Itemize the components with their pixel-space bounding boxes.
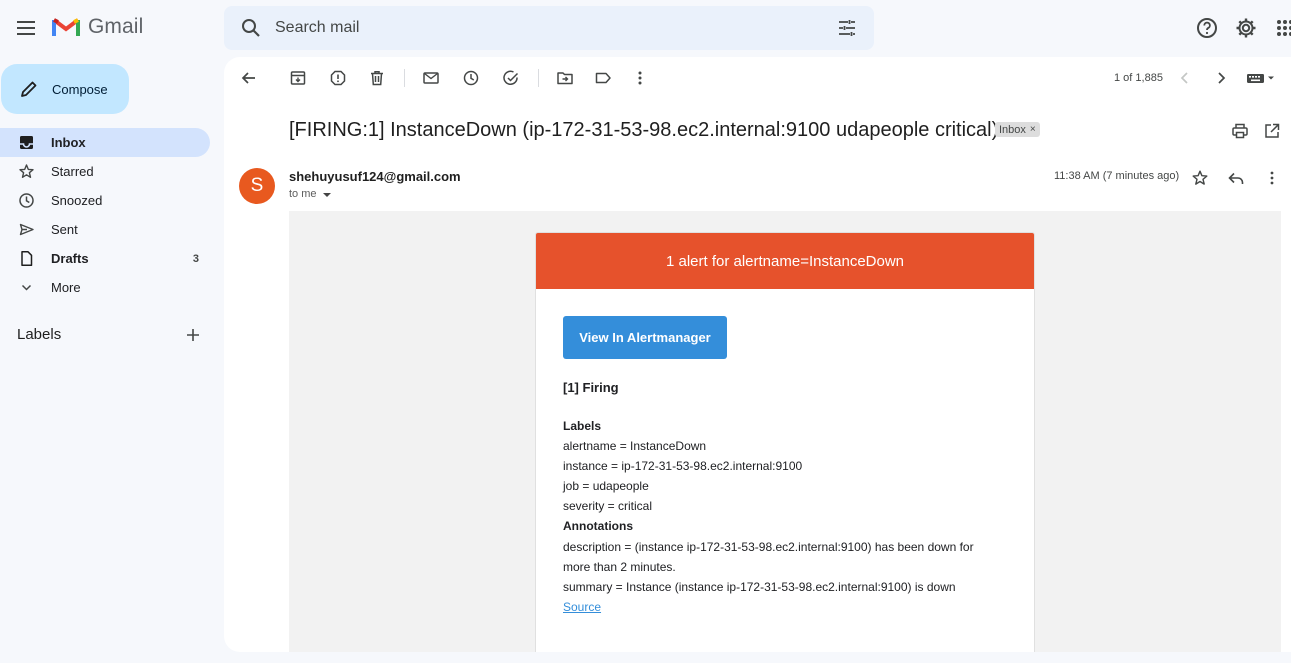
message-view: 1 of 1,885 [FIRING:1] InstanceDown (ip-1… — [224, 57, 1291, 652]
remove-label-icon[interactable]: × — [1030, 124, 1036, 135]
apps-grid-icon[interactable] — [1273, 16, 1291, 40]
label-line: instance = ip-172-31-53-98.ec2.internal:… — [563, 459, 803, 473]
sidebar-item-snoozed[interactable]: Snoozed — [0, 186, 210, 215]
pencil-icon — [19, 79, 39, 99]
sender-email[interactable]: shehuyusuf124@gmail.com — [289, 169, 461, 184]
alert-card-header: 1 alert for alertname=InstanceDown — [536, 233, 1034, 289]
annotations-heading: Annotations — [563, 519, 633, 533]
star-message-icon[interactable] — [1191, 169, 1209, 187]
help-icon[interactable] — [1195, 16, 1219, 40]
sender-avatar[interactable]: S — [239, 168, 275, 204]
sidebar-item-label: Snoozed — [51, 193, 103, 208]
search-input[interactable] — [275, 6, 815, 50]
labels-title: Labels — [17, 326, 62, 343]
drafts-count: 3 — [192, 252, 199, 265]
archive-icon[interactable] — [289, 69, 307, 87]
report-spam-icon[interactable] — [329, 69, 347, 87]
chip-label: Inbox — [999, 123, 1026, 136]
sidebar-item-label: Sent — [51, 222, 78, 237]
top-bar: Gmail — [0, 0, 1291, 57]
message-timestamp: 11:38 AM (7 minutes ago) — [1054, 170, 1180, 182]
print-icon[interactable] — [1231, 122, 1249, 140]
message-more-vert-icon[interactable] — [1263, 169, 1281, 187]
newer-chevron-left-icon[interactable] — [1176, 69, 1194, 87]
alert-card: 1 alert for alertname=InstanceDown View … — [535, 232, 1035, 652]
compose-button[interactable]: Compose — [1, 64, 129, 114]
label-line: alertname = InstanceDown — [563, 439, 707, 453]
source-link[interactable]: Source — [563, 597, 601, 617]
recipient-label: to me — [289, 188, 317, 200]
pager-count: 1 of 1,885 — [1114, 72, 1163, 84]
reply-arrow-icon[interactable] — [1227, 169, 1245, 187]
back-arrow-icon[interactable] — [240, 69, 258, 87]
older-chevron-right-icon[interactable] — [1212, 69, 1230, 87]
settings-gear-icon[interactable] — [1234, 16, 1258, 40]
gmail-m-icon — [52, 16, 80, 38]
firing-heading: [1] Firing — [563, 380, 619, 395]
more-vert-icon[interactable] — [631, 69, 649, 87]
search-options-icon[interactable] — [836, 17, 858, 39]
clock-icon — [18, 192, 35, 209]
gmail-logo[interactable]: Gmail — [52, 15, 143, 39]
message-subject: [FIRING:1] InstanceDown (ip-172-31-53-98… — [289, 119, 999, 141]
inbox-icon — [18, 134, 35, 151]
sidebar-item-sent[interactable]: Sent — [0, 215, 210, 244]
email-body: 1 alert for alertname=InstanceDown View … — [289, 211, 1281, 652]
sidebar-item-more[interactable]: More — [0, 273, 210, 302]
sidebar-item-starred[interactable]: Starred — [0, 157, 210, 186]
annotation-summary: summary = Instance (instance ip-172-31-5… — [563, 580, 956, 594]
sidebar-item-inbox[interactable]: Inbox — [0, 128, 210, 157]
delete-trash-icon[interactable] — [368, 69, 386, 87]
move-to-folder-icon[interactable] — [556, 69, 574, 87]
draft-icon — [18, 250, 35, 267]
mark-unread-icon[interactable] — [422, 69, 440, 87]
sidebar-item-drafts[interactable]: Drafts 3 — [0, 244, 210, 273]
annotation-description: description = (instance ip-172-31-53-98.… — [563, 540, 974, 554]
open-new-window-icon[interactable] — [1263, 122, 1281, 140]
inbox-label-chip[interactable]: Inbox × — [995, 122, 1040, 137]
view-in-alertmanager-button[interactable]: View In Alertmanager — [563, 316, 727, 359]
caret-down-icon — [322, 193, 331, 197]
labels-section-header: Labels — [17, 326, 207, 346]
toolbar-divider — [538, 69, 539, 87]
add-label-plus-icon[interactable] — [185, 327, 201, 343]
search-bar — [224, 6, 874, 50]
app-name: Gmail — [88, 15, 144, 38]
recipient-details-toggle[interactable]: to me — [289, 188, 331, 200]
main-menu-icon[interactable] — [14, 16, 38, 40]
toolbar-divider — [404, 69, 405, 87]
label-line: job = udapeople — [563, 479, 649, 493]
sidebar-item-label: Inbox — [51, 135, 86, 150]
compose-label: Compose — [52, 81, 108, 97]
search-icon[interactable] — [240, 17, 262, 39]
sidebar-nav: Inbox Starred Snoozed Sent Drafts 3 More — [0, 128, 210, 302]
send-icon — [18, 221, 35, 238]
label-line: severity = critical — [563, 499, 653, 513]
sidebar-item-label: More — [51, 280, 81, 295]
sidebar-item-label: Drafts — [51, 251, 89, 266]
label-tag-icon[interactable] — [594, 69, 612, 87]
chevron-down-icon — [18, 279, 35, 296]
labels-heading: Labels — [563, 419, 602, 433]
annotation-description-cont: more than 2 minutes. — [563, 560, 676, 574]
snooze-clock-icon[interactable] — [462, 69, 480, 87]
add-to-tasks-icon[interactable] — [502, 69, 520, 87]
star-icon — [18, 163, 35, 180]
input-tools-keyboard-icon[interactable] — [1246, 69, 1280, 87]
sidebar-item-label: Starred — [51, 164, 94, 179]
